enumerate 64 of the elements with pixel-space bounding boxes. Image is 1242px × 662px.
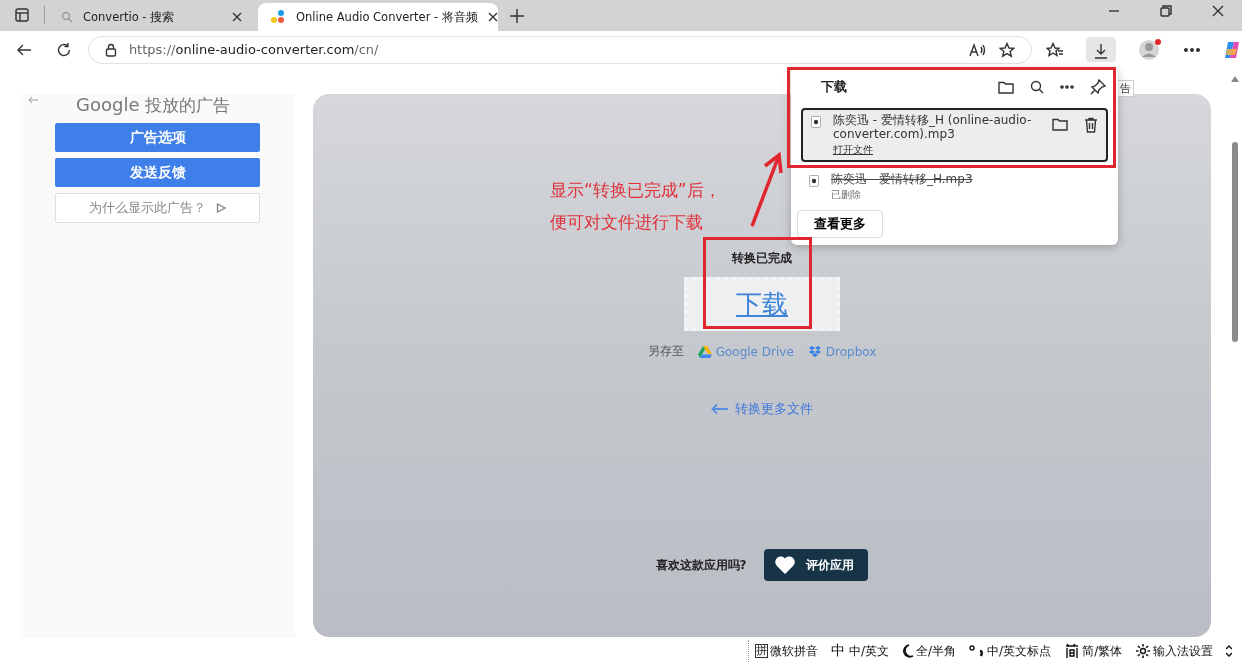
rate-app-button[interactable]: 评价应用 <box>764 549 869 581</box>
pin-icon[interactable] <box>1090 79 1106 95</box>
search-icon[interactable] <box>1030 80 1044 94</box>
ime-button[interactable]: 简/繁体 <box>1064 642 1123 660</box>
open-box-icon <box>807 345 822 358</box>
ad-button[interactable]: 广告选项 <box>55 123 260 152</box>
folder-icon[interactable] <box>1052 117 1068 131</box>
panel-title: 下载 <box>821 78 847 96</box>
open-file-link[interactable]: 打开文件 <box>833 143 873 157</box>
left-arrow-icon <box>711 403 729 415</box>
search-icon <box>61 11 73 23</box>
scroll-up-icon[interactable] <box>1231 76 1239 82</box>
restore-icon[interactable] <box>1160 4 1172 17</box>
save-to-label: 另存至 <box>647 343 684 360</box>
scrollbar-thumb[interactable] <box>1232 142 1238 342</box>
ad-button[interactable]: 发送反馈 <box>55 158 260 187</box>
dots-logo-icon <box>270 9 286 25</box>
audio-file-icon <box>809 175 819 187</box>
ime-button[interactable]: 中 中/英文 <box>831 642 890 660</box>
glyph-icon <box>1064 643 1081 659</box>
download-item[interactable]: 陈奕迅 - 爱情转移_H.mp3 已删除 <box>801 168 1108 206</box>
url-text: https://online-audio-converter.com/cn/ <box>128 42 379 57</box>
browser-tab[interactable]: Online Audio Converter - 将音频 <box>258 3 498 31</box>
browser-tab[interactable]: Convertio - 搜索 <box>49 3 254 31</box>
download-icon <box>1094 43 1108 59</box>
trash-icon[interactable] <box>1084 117 1098 133</box>
punctuation-icon <box>969 644 986 658</box>
folder-icon[interactable] <box>998 80 1014 94</box>
sidebar-icon[interactable] <box>14 7 30 23</box>
audio-file-icon <box>811 116 821 128</box>
rate-prompt: 喜欢这款应用吗? <box>655 556 747 574</box>
moon-icon <box>902 644 915 658</box>
reload-icon[interactable] <box>55 41 72 58</box>
close-icon[interactable] <box>1212 4 1224 17</box>
download-item[interactable]: 陈奕迅 - 爱情转移_H (online-audio-converter.com).mp3 打开文件 <box>801 108 1108 162</box>
settings-icon <box>1135 643 1152 659</box>
close-icon[interactable] <box>487 12 498 22</box>
new-tab-icon[interactable] <box>510 9 524 23</box>
avatar-icon[interactable] <box>1138 37 1162 62</box>
ime-button[interactable]: 全/半角 <box>902 642 957 660</box>
drive-triangle-icon <box>697 345 712 358</box>
ad-title: Google 投放的广告 <box>76 94 230 117</box>
ime-button[interactable]: 中/英文标点 <box>969 642 1052 660</box>
star-icon[interactable] <box>999 41 1015 58</box>
more-icon[interactable] <box>1184 47 1200 52</box>
close-icon[interactable] <box>232 12 242 22</box>
ime-button[interactable]: 输入法设置 <box>1135 642 1214 660</box>
downloads-button[interactable] <box>1086 37 1116 62</box>
heart-icon <box>774 555 797 575</box>
more-icon[interactable] <box>1060 85 1074 89</box>
file-name: 陈奕迅 - 爱情转移_H (online-audio-converter.com).mp3 <box>833 113 1033 141</box>
deleted-status: 已删除 <box>831 188 862 202</box>
lock-icon <box>104 42 117 57</box>
back-arrow-icon[interactable] <box>28 96 38 104</box>
ime-button[interactable]: 拼 微软拼音 <box>755 642 818 660</box>
annotation-text: 显示“转换已完成”后， 便可对文件进行下载 <box>550 179 721 234</box>
file-name: 陈奕迅 - 爱情转移_H.mp3 <box>831 172 974 186</box>
status-text: 转换已完成 <box>732 250 792 267</box>
expand-icon[interactable] <box>1226 645 1233 657</box>
see-more-button[interactable]: 查看更多 <box>797 210 883 238</box>
play-icon <box>216 203 226 213</box>
favorites-icon[interactable] <box>1046 41 1064 58</box>
why-ad-button[interactable]: 为什么显示此广告？ <box>55 193 260 223</box>
read-aloud-icon[interactable] <box>969 41 987 58</box>
